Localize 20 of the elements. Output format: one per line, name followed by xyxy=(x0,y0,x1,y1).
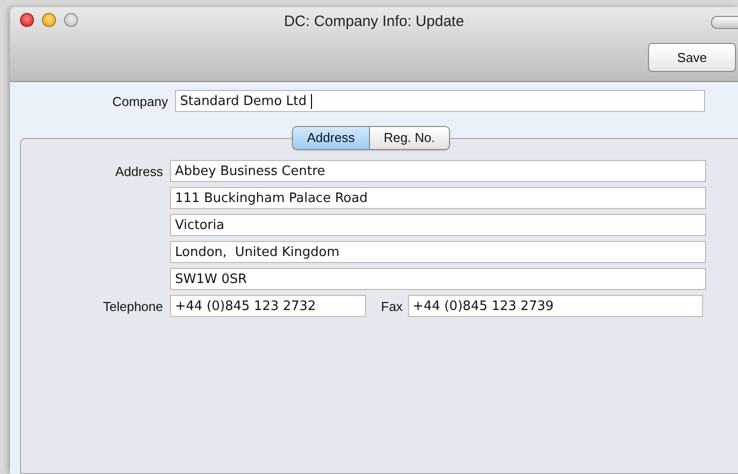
field-label: Fax xyxy=(381,298,403,314)
input-field[interactable]: SW1W 0SR xyxy=(170,268,706,290)
window-title: DC: Company Info: Update xyxy=(284,13,464,30)
toolbar-toggle-icon[interactable] xyxy=(711,16,738,29)
input-field[interactable]: +44 (0)845 123 2732 xyxy=(170,295,366,317)
close-icon[interactable] xyxy=(20,13,34,27)
input-field[interactable]: 111 Buckingham Palace Road xyxy=(170,187,706,209)
input-field[interactable]: +44 (0)845 123 2739 xyxy=(408,295,703,317)
input-field[interactable]: Victoria xyxy=(170,214,706,236)
input-field[interactable]: Standard Demo Ltd xyxy=(175,90,705,112)
input-field[interactable]: London, United Kingdom xyxy=(170,241,706,263)
minimize-icon[interactable] xyxy=(42,13,56,27)
field-label: Company xyxy=(111,94,169,108)
input-field[interactable]: Abbey Business Centre xyxy=(170,160,706,182)
save-button[interactable]: Save xyxy=(648,43,736,72)
zoom-icon[interactable] xyxy=(64,13,78,27)
tab[interactable]: Reg. No. xyxy=(370,127,450,149)
tab[interactable]: Address xyxy=(293,127,370,149)
field-label: Address xyxy=(114,164,164,178)
field-label: Telephone xyxy=(102,298,164,314)
